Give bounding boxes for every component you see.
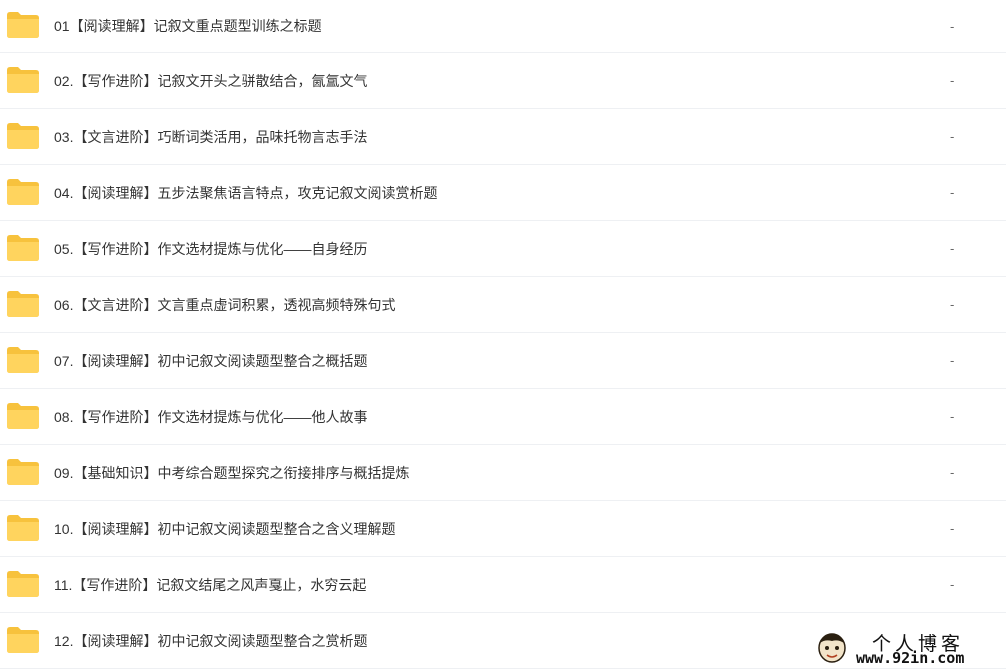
file-row[interactable]: 07.【阅读理解】初中记叙文阅读题型整合之概括题 - <box>0 333 1006 389</box>
watermark-url: www.92in.com <box>856 649 965 667</box>
file-row[interactable]: 10.【阅读理解】初中记叙文阅读题型整合之含义理解题 - <box>0 501 1006 557</box>
avatar-icon <box>818 633 846 663</box>
file-size: - <box>950 409 955 424</box>
folder-icon <box>7 67 39 93</box>
file-size: - <box>950 129 955 144</box>
folder-icon <box>7 123 39 149</box>
file-name[interactable]: 09.【基础知识】中考综合题型探究之衔接排序与概括提炼 <box>54 445 409 500</box>
file-name[interactable]: 08.【写作进阶】作文选材提炼与优化——他人故事 <box>54 389 367 444</box>
file-size: - <box>950 241 955 256</box>
file-size: - <box>950 521 955 536</box>
file-size: - <box>950 73 955 88</box>
folder-icon <box>7 347 39 373</box>
file-name[interactable]: 05.【写作进阶】作文选材提炼与优化——自身经历 <box>54 221 367 276</box>
file-size: - <box>950 185 955 200</box>
folder-icon <box>7 459 39 485</box>
file-size: - <box>950 353 955 368</box>
folder-icon <box>7 235 39 261</box>
folder-icon <box>7 627 39 653</box>
file-name[interactable]: 06.【文言进阶】文言重点虚词积累，透视高频特殊句式 <box>54 277 395 332</box>
file-row[interactable]: 03.【文言进阶】巧断词类活用，品味托物言志手法 - <box>0 109 1006 165</box>
watermark: 个人博客 www.92in.com <box>812 627 1004 669</box>
file-name[interactable]: 12.【阅读理解】初中记叙文阅读题型整合之赏析题 <box>54 613 367 668</box>
file-size: - <box>950 465 955 480</box>
file-name[interactable]: 02.【写作进阶】记叙文开头之骈散结合，氤氲文气 <box>54 53 367 108</box>
file-name[interactable]: 01【阅读理解】记叙文重点题型训练之标题 <box>54 0 322 52</box>
file-size: - <box>950 577 955 592</box>
file-size: - <box>950 297 955 312</box>
folder-icon <box>7 403 39 429</box>
folder-icon <box>7 571 39 597</box>
file-row[interactable]: 11.【写作进阶】记叙文结尾之风声戛止，水穷云起 - <box>0 557 1006 613</box>
file-list: 01【阅读理解】记叙文重点题型训练之标题 - 02.【写作进阶】记叙文开头之骈散… <box>0 0 1006 669</box>
file-size: - <box>950 18 955 34</box>
file-row[interactable]: 06.【文言进阶】文言重点虚词积累，透视高频特殊句式 - <box>0 277 1006 333</box>
file-name[interactable]: 11.【写作进阶】记叙文结尾之风声戛止，水穷云起 <box>54 557 366 612</box>
folder-icon <box>7 515 39 541</box>
folder-icon <box>7 12 39 38</box>
folder-icon <box>7 179 39 205</box>
file-row[interactable]: 09.【基础知识】中考综合题型探究之衔接排序与概括提炼 - <box>0 445 1006 501</box>
folder-icon <box>7 291 39 317</box>
file-row[interactable]: 05.【写作进阶】作文选材提炼与优化——自身经历 - <box>0 221 1006 277</box>
file-row[interactable]: 01【阅读理解】记叙文重点题型训练之标题 - <box>0 0 1006 53</box>
file-name[interactable]: 10.【阅读理解】初中记叙文阅读题型整合之含义理解题 <box>54 501 395 556</box>
file-row[interactable]: 08.【写作进阶】作文选材提炼与优化——他人故事 - <box>0 389 1006 445</box>
file-row[interactable]: 04.【阅读理解】五步法聚焦语言特点，攻克记叙文阅读赏析题 - <box>0 165 1006 221</box>
file-name[interactable]: 04.【阅读理解】五步法聚焦语言特点，攻克记叙文阅读赏析题 <box>54 165 437 220</box>
file-name[interactable]: 03.【文言进阶】巧断词类活用，品味托物言志手法 <box>54 109 367 164</box>
file-name[interactable]: 07.【阅读理解】初中记叙文阅读题型整合之概括题 <box>54 333 367 388</box>
file-row[interactable]: 02.【写作进阶】记叙文开头之骈散结合，氤氲文气 - <box>0 53 1006 109</box>
